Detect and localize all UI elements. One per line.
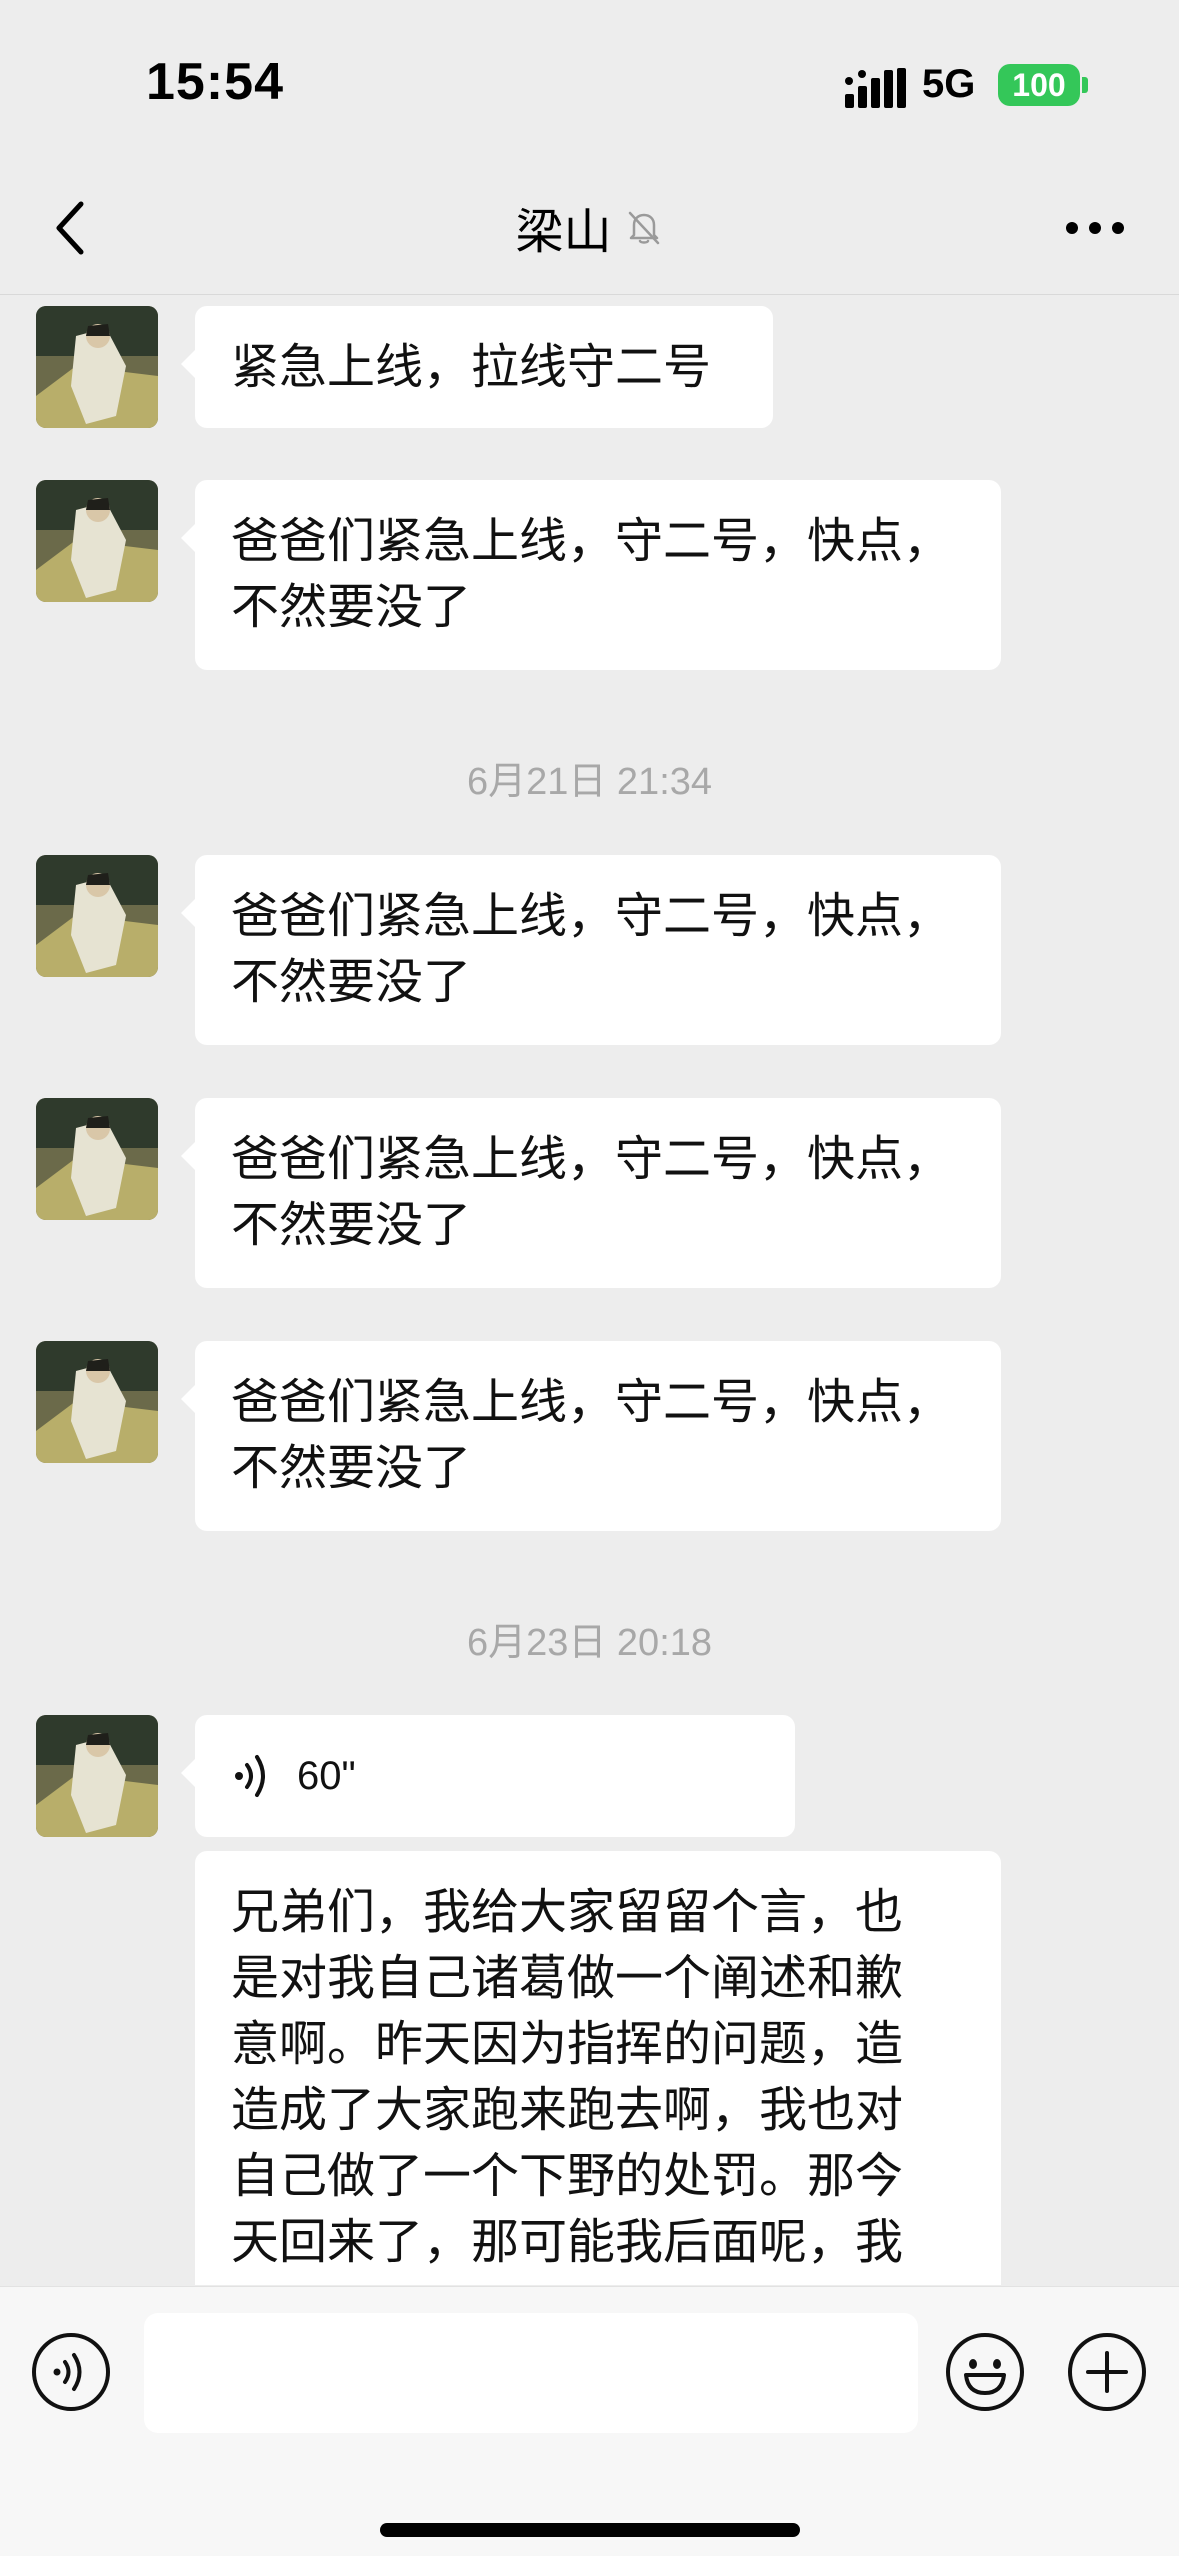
- message-line: 不然要没了: [231, 579, 472, 635]
- transcript-line: 造成了大家跑来跑去啊，我也对: [231, 2082, 904, 2138]
- emoji-button[interactable]: [944, 2331, 1026, 2413]
- transcript-line: 意啊。昨天因为指挥的问题，造: [231, 2016, 904, 2072]
- message-text: 紧急上线，拉线守二号: [231, 339, 712, 395]
- transcript-line: 自己做了一个下野的处罚。那今: [231, 2148, 904, 2204]
- message-bubble[interactable]: 爸爸们紧急上线，守二号，快点， 不然要没了: [181, 1341, 1001, 1531]
- message-input[interactable]: [144, 2313, 918, 2433]
- avatar[interactable]: [36, 855, 158, 977]
- message-line: 爸爸们紧急上线，守二号，快点，: [231, 1131, 952, 1187]
- bell-slash-icon: [628, 211, 659, 245]
- avatar-image: [36, 1715, 158, 1837]
- message-bubble[interactable]: 爸爸们紧急上线，守二号，快点， 不然要没了: [181, 1098, 1001, 1288]
- avatar[interactable]: [36, 480, 158, 602]
- message-line: 不然要没了: [231, 954, 472, 1010]
- chat-screen: 15:54 5G 100 梁山 紧急上线，拉线守二号 爸爸们紧急上线，守二号，快…: [0, 0, 1179, 2556]
- avatar[interactable]: [36, 1341, 158, 1463]
- voice-input-button[interactable]: [30, 2331, 112, 2413]
- voice-input-icon: [32, 2333, 110, 2411]
- battery-cap: [1082, 77, 1088, 93]
- signal-icon: [845, 68, 906, 108]
- timestamp: 6月23日 20:18: [466, 1622, 713, 1664]
- network-type: 5G: [922, 62, 976, 106]
- avatar[interactable]: [36, 306, 158, 428]
- message-line: 爸爸们紧急上线，守二号，快点，: [231, 513, 952, 569]
- message-line: 不然要没了: [231, 1197, 472, 1253]
- voice-transcript-bubble[interactable]: 兄弟们，我给大家留留个言，也 是对我自己诸葛做一个阐述和歉 意啊。昨天因为指挥的…: [195, 1851, 1001, 2285]
- message-line: 爸爸们紧急上线，守二号，快点，: [231, 1374, 952, 1430]
- message-line: 不然要没了: [231, 1440, 472, 1496]
- message-line: 爸爸们紧急上线，守二号，快点，: [231, 888, 952, 944]
- avatar[interactable]: [36, 1715, 158, 1837]
- avatar-image: [36, 306, 158, 428]
- transcript-line: 是对我自己诸葛做一个阐述和歉: [231, 1950, 904, 2006]
- nav-title-wrap: 梁山: [0, 160, 1179, 294]
- chat-title[interactable]: 梁山: [515, 192, 611, 262]
- timestamp: 6月21日 21:34: [466, 761, 713, 803]
- avatar[interactable]: [36, 1098, 158, 1220]
- voice-message-bubble[interactable]: 60": [181, 1715, 795, 1837]
- transcript-line: 兄弟们，我给大家留留个言，也: [231, 1884, 904, 1940]
- ellipsis-icon: [1066, 222, 1124, 234]
- avatar-image: [36, 1098, 158, 1220]
- plus-circle-icon: [1068, 2333, 1146, 2411]
- home-indicator: [380, 2523, 800, 2537]
- input-bar: [0, 2286, 1179, 2556]
- transcript-line: 天回来了，那可能我后面呢，我: [231, 2214, 904, 2270]
- message-bubble[interactable]: 紧急上线，拉线守二号: [181, 306, 773, 428]
- message-bubble[interactable]: 爸爸们紧急上线，守二号，快点， 不然要没了: [181, 855, 1001, 1045]
- more-button[interactable]: [1060, 198, 1130, 258]
- message-list[interactable]: 紧急上线，拉线守二号 爸爸们紧急上线，守二号，快点， 不然要没了 6月21日 2…: [0, 295, 1179, 2285]
- status-time: 15:54: [146, 53, 284, 111]
- battery-level: 100: [1012, 66, 1066, 103]
- avatar-image: [36, 855, 158, 977]
- nav-bar: 梁山: [0, 160, 1179, 295]
- message-bubble[interactable]: 爸爸们紧急上线，守二号，快点， 不然要没了: [181, 480, 1001, 670]
- avatar-image: [36, 480, 158, 602]
- status-bar: 15:54 5G 100: [0, 0, 1179, 160]
- avatar-image: [36, 1341, 158, 1463]
- emoji-icon: [946, 2333, 1024, 2411]
- voice-duration: 60": [297, 1754, 356, 1798]
- battery-indicator: 100: [998, 64, 1080, 106]
- voice-wave-icon: [235, 1755, 265, 1797]
- more-actions-button[interactable]: [1066, 2331, 1148, 2413]
